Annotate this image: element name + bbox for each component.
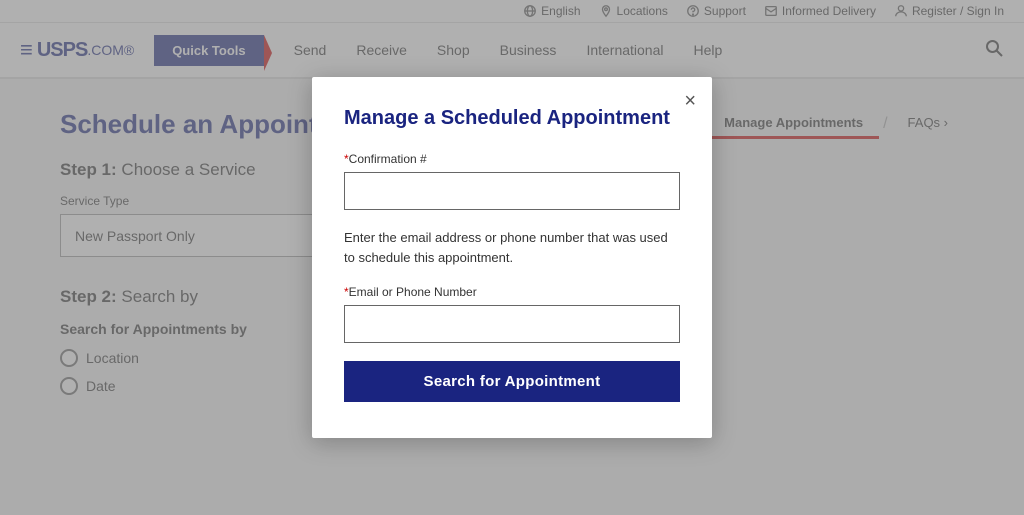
modal-overlay[interactable]: × Manage a Scheduled Appointment *Confir…	[0, 0, 1024, 515]
modal-title: Manage a Scheduled Appointment	[344, 107, 680, 130]
confirmation-field-label: *Confirmation #	[344, 152, 680, 166]
confirmation-input[interactable]	[344, 172, 680, 210]
modal-close-button[interactable]: ×	[684, 91, 696, 111]
search-appointment-button[interactable]: Search for Appointment	[344, 361, 680, 402]
confirmation-required-star: *	[344, 152, 349, 166]
helper-text: Enter the email address or phone number …	[344, 228, 680, 267]
email-required-star: *	[344, 285, 349, 299]
email-phone-input[interactable]	[344, 305, 680, 343]
email-field-label: *Email or Phone Number	[344, 285, 680, 299]
manage-appointment-modal: × Manage a Scheduled Appointment *Confir…	[312, 77, 712, 438]
